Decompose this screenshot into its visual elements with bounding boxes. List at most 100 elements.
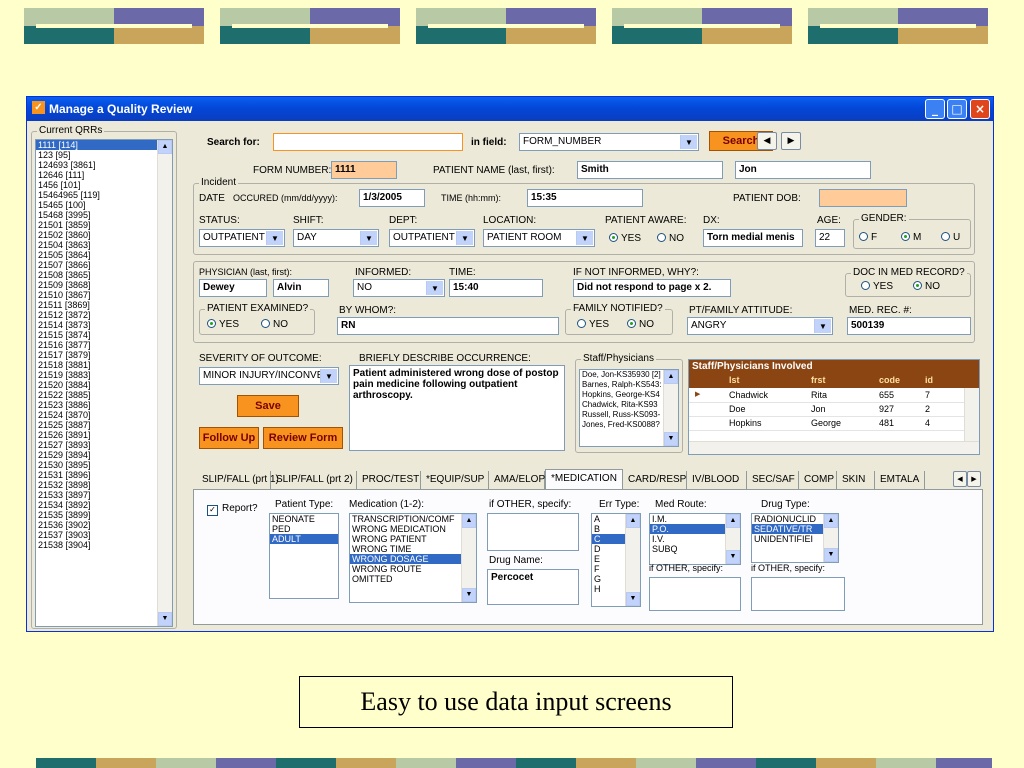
- list-item[interactable]: 21523 [3886]: [36, 400, 172, 410]
- list-item[interactable]: 1456 [101]: [36, 180, 172, 190]
- tab-skin[interactable]: SKIN: [837, 471, 875, 489]
- scroll-down-icon[interactable]: ▼: [462, 588, 476, 602]
- list-item[interactable]: PED: [270, 524, 338, 534]
- maximize-button[interactable]: □: [947, 99, 967, 119]
- list-item[interactable]: 123 [95]: [36, 150, 172, 160]
- tab-slip-fall-prt-2[interactable]: SLIP/FALL (prt 2): [271, 471, 357, 489]
- form-number-field[interactable]: 1111: [331, 161, 397, 179]
- medrec-field[interactable]: 500139: [847, 317, 971, 335]
- time2-field[interactable]: 15:40: [449, 279, 543, 297]
- gender-f-radio[interactable]: F: [859, 232, 877, 243]
- drug-name-field[interactable]: Percocet: [487, 569, 579, 605]
- staff-list[interactable]: Doe, Jon-KS35930 [2] Barnes, Ralph-KS543:…: [579, 369, 679, 447]
- list-item[interactable]: 21526 [3891]: [36, 430, 172, 440]
- aware-yes-radio[interactable]: YES: [609, 233, 641, 244]
- tab-card-resp[interactable]: CARD/RESP: [623, 471, 687, 489]
- grid-column-header[interactable]: frst: [811, 375, 826, 385]
- location-select[interactable]: PATIENT ROOM ▼: [483, 229, 595, 247]
- vertical-scrollbar[interactable]: ▲ ▼: [823, 514, 838, 562]
- other-specify-field[interactable]: [487, 513, 579, 551]
- examined-yes-radio[interactable]: YES: [207, 319, 239, 330]
- patient-first-name-field[interactable]: Jon: [735, 161, 871, 179]
- family-yes-radio[interactable]: YES: [577, 319, 609, 330]
- review-form-button[interactable]: Review Form: [263, 427, 343, 449]
- list-item[interactable]: 21522 [3885]: [36, 390, 172, 400]
- list-item[interactable]: 21533 [3897]: [36, 490, 172, 500]
- vertical-scrollbar[interactable]: ▲ ▼: [461, 514, 476, 602]
- save-button[interactable]: Save: [237, 395, 299, 417]
- tab-comp[interactable]: COMP: [799, 471, 837, 489]
- list-item[interactable]: 21517 [3879]: [36, 350, 172, 360]
- minimize-button[interactable]: _: [925, 99, 945, 119]
- drug-other-field[interactable]: [751, 577, 845, 611]
- list-item[interactable]: 21525 [3887]: [36, 420, 172, 430]
- search-input[interactable]: [273, 133, 463, 151]
- list-item[interactable]: 124693 [3861]: [36, 160, 172, 170]
- doc-no-radio[interactable]: NO: [913, 281, 940, 292]
- informed-select[interactable]: NO ▼: [353, 279, 445, 297]
- list-item[interactable]: ADULT: [270, 534, 338, 544]
- route-other-field[interactable]: [649, 577, 741, 611]
- severity-select[interactable]: MINOR INJURY/INCONVE ▼: [199, 367, 339, 385]
- list-item[interactable]: 21524 [3870]: [36, 410, 172, 420]
- patient-last-name-field[interactable]: Smith: [577, 161, 723, 179]
- list-item[interactable]: 21515 [3874]: [36, 330, 172, 340]
- list-item[interactable]: 21518 [3881]: [36, 360, 172, 370]
- list-item[interactable]: 15465 [100]: [36, 200, 172, 210]
- list-item[interactable]: WRONG ROUTE: [350, 564, 476, 574]
- scroll-up-icon[interactable]: ▲: [664, 370, 678, 384]
- drug-type-list[interactable]: RADIONUCLID SEDATIVE/TR UNIDENTIFIEI ▲ ▼: [751, 513, 839, 563]
- list-item[interactable]: 21514 [3873]: [36, 320, 172, 330]
- tab-slip-fall-prt-1[interactable]: SLIP/FALL (prt 1): [197, 471, 279, 489]
- list-item[interactable]: 21537 [3903]: [36, 530, 172, 540]
- scroll-down-icon[interactable]: ▼: [664, 432, 678, 446]
- close-button[interactable]: ×: [970, 99, 990, 119]
- table-row[interactable]: ▶ Chadwick Rita 655 7: [689, 389, 965, 403]
- status-select[interactable]: OUTPATIENT ▼: [199, 229, 285, 247]
- list-item[interactable]: WRONG MEDICATION: [350, 524, 476, 534]
- list-item[interactable]: 1111 [114]: [36, 140, 172, 150]
- shift-select[interactable]: DAY ▼: [293, 229, 379, 247]
- list-item[interactable]: 21505 [3864]: [36, 250, 172, 260]
- title-bar[interactable]: ✓ Manage a Quality Review _ □ ×: [27, 97, 993, 121]
- doc-yes-radio[interactable]: YES: [861, 281, 893, 292]
- tab-ama-elop[interactable]: AMA/ELOP: [489, 471, 545, 489]
- qrr-list[interactable]: 1111 [114] 123 [95] 124693 [3861] 12646 [11…: [35, 139, 173, 627]
- list-item[interactable]: 15464965 [119]: [36, 190, 172, 200]
- attitude-select[interactable]: ANGRY ▼: [687, 317, 833, 335]
- list-item[interactable]: 21501 [3859]: [36, 220, 172, 230]
- list-item[interactable]: NEONATE: [270, 514, 338, 524]
- list-item[interactable]: 21534 [3892]: [36, 500, 172, 510]
- tab-proc-test[interactable]: PROC/TEST: [357, 471, 421, 489]
- med-route-list[interactable]: I.M. P.O. I.V. SUBQ ▲ ▼: [649, 513, 741, 565]
- next-record-button[interactable]: ▶: [781, 132, 801, 150]
- scroll-up-icon[interactable]: ▲: [462, 514, 476, 528]
- grid-hscroll[interactable]: [689, 441, 979, 454]
- scroll-up-icon[interactable]: ▲: [626, 514, 640, 528]
- grid-column-header[interactable]: code: [879, 375, 900, 385]
- table-row[interactable]: Hopkins George 481 4: [689, 417, 965, 431]
- list-item[interactable]: 21532 [3898]: [36, 480, 172, 490]
- list-item[interactable]: 21510 [3867]: [36, 290, 172, 300]
- report-checkbox[interactable]: ✓ Report?: [207, 503, 258, 516]
- patient-type-list[interactable]: NEONATE PED ADULT: [269, 513, 339, 599]
- scroll-down-icon[interactable]: ▼: [824, 548, 838, 562]
- dept-select[interactable]: OUTPATIENT ▼: [389, 229, 475, 247]
- list-item[interactable]: 21527 [3893]: [36, 440, 172, 450]
- list-item[interactable]: 21536 [3902]: [36, 520, 172, 530]
- time-field[interactable]: 15:35: [527, 189, 643, 207]
- list-item[interactable]: 21502 [3860]: [36, 230, 172, 240]
- age-field[interactable]: 22: [815, 229, 845, 247]
- vertical-scrollbar[interactable]: ▲ ▼: [663, 370, 678, 446]
- follow-up-button[interactable]: Follow Up: [199, 427, 259, 449]
- tab-iv-blood[interactable]: IV/BLOOD: [687, 471, 747, 489]
- previous-record-button[interactable]: ◀: [757, 132, 777, 150]
- grid-vscroll[interactable]: [964, 388, 979, 442]
- list-item[interactable]: WRONG PATIENT: [350, 534, 476, 544]
- tab-sec-saf[interactable]: SEC/SAF: [747, 471, 799, 489]
- grid-column-header[interactable]: id: [925, 375, 933, 385]
- vertical-scrollbar[interactable]: ▲ ▼: [625, 514, 640, 606]
- grid-column-header[interactable]: lst: [729, 375, 740, 385]
- medication-list[interactable]: TRANSCRIPTION/COMF WRONG MEDICATION WRONG …: [349, 513, 477, 603]
- list-item[interactable]: OMITTED: [350, 574, 476, 584]
